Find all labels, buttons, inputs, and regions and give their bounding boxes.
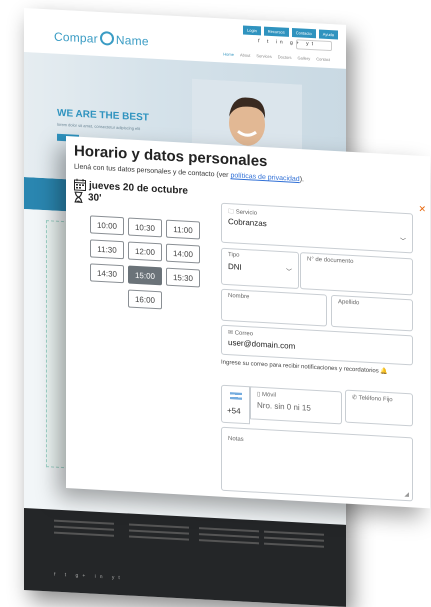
footer-column bbox=[54, 516, 114, 541]
notes-textarea[interactable]: Notas ◢ bbox=[221, 426, 413, 502]
briefcase-icon: 🗀 bbox=[228, 209, 235, 216]
footer-column bbox=[199, 523, 259, 548]
first-name-input[interactable]: Nombre bbox=[221, 288, 327, 327]
close-icon[interactable]: ✕ bbox=[418, 204, 426, 215]
time-slot-grid: 10:00 10:30 11:00 11:30 12:00 14:00 14:3… bbox=[90, 215, 200, 310]
site-search-input[interactable] bbox=[296, 39, 332, 52]
top-link[interactable]: Contacto bbox=[291, 28, 316, 39]
time-slot[interactable]: 12:00 bbox=[128, 241, 162, 262]
bell-icon: 🔔 bbox=[380, 368, 388, 375]
chevron-down-icon: ﹀ bbox=[285, 269, 292, 276]
chevron-down-icon: ﹀ bbox=[399, 238, 406, 246]
service-value: Cobranzas bbox=[228, 217, 267, 229]
service-select[interactable]: 🗀 Servicio Cobranzas ﹀ bbox=[221, 202, 413, 254]
privacy-policy-link[interactable]: políticas de privacidad bbox=[230, 172, 299, 183]
top-link[interactable]: Ayuda bbox=[318, 29, 338, 40]
phone-icon: ✆ bbox=[352, 394, 358, 402]
time-slot[interactable]: 14:00 bbox=[166, 243, 200, 264]
time-slot-selected[interactable]: 15:00 bbox=[128, 265, 162, 286]
footer-column bbox=[129, 520, 189, 545]
time-slot[interactable]: 10:00 bbox=[90, 215, 124, 236]
logo-text-left: Compar bbox=[54, 29, 98, 46]
country-code: +54 bbox=[227, 406, 241, 416]
site-nav: Home About Services Doctors Gallery Cont… bbox=[223, 51, 330, 62]
nav-item-contact[interactable]: Contact bbox=[316, 56, 330, 62]
calendar-icon bbox=[74, 178, 86, 192]
email-value: user@domain.com bbox=[228, 338, 296, 351]
envelope-icon: ✉ bbox=[228, 330, 234, 337]
last-name-label: Apellido bbox=[338, 299, 360, 307]
hero-subtitle: lorem dolor sit amet, consectetur adipis… bbox=[57, 121, 141, 132]
logo-text-right: Name bbox=[115, 32, 149, 49]
time-slot[interactable]: 16:00 bbox=[128, 289, 162, 310]
country-code-select[interactable]: +54 bbox=[221, 384, 250, 425]
first-name-label: Nombre bbox=[228, 293, 250, 301]
nav-item-home[interactable]: Home bbox=[223, 51, 234, 57]
hourglass-icon bbox=[74, 191, 83, 203]
nav-item-services[interactable]: Services bbox=[256, 53, 271, 59]
id-type-value: DNI bbox=[228, 262, 242, 272]
footer-social-icons[interactable]: f t g+ in yt bbox=[54, 572, 124, 582]
booking-form: Horario y datos personales Llená con tus… bbox=[66, 136, 430, 509]
time-slot[interactable]: 10:30 bbox=[128, 217, 162, 238]
subtitle-tail: ). bbox=[299, 176, 304, 184]
argentina-flag-icon bbox=[230, 392, 242, 400]
notes-label: Notas bbox=[228, 436, 244, 443]
site-footer: f t g+ in yt bbox=[24, 508, 346, 607]
appointment-duration: 30' bbox=[88, 192, 102, 204]
hero-title: WE ARE THE BEST bbox=[57, 107, 149, 124]
time-slot[interactable]: 11:30 bbox=[90, 239, 124, 260]
id-type-select[interactable]: Tipo DNI ﹀ bbox=[221, 247, 299, 290]
id-type-label: Tipo bbox=[228, 252, 240, 259]
mobile-phone-icon: ▯ bbox=[257, 391, 261, 398]
landline-label: ✆ Teléfono Fijo bbox=[352, 394, 393, 404]
mobile-label: ▯ Móvil bbox=[257, 391, 276, 399]
footer-column bbox=[264, 527, 324, 552]
site-logo[interactable]: Compar Name bbox=[54, 29, 149, 49]
appointment-summary: jueves 20 de octubre 30' bbox=[74, 178, 188, 208]
last-name-input[interactable]: Apellido bbox=[331, 294, 413, 332]
top-link[interactable]: Recursos bbox=[263, 26, 289, 37]
mobile-input[interactable]: ▯ Móvil Nro. sin 0 ni 15 bbox=[250, 386, 342, 425]
nav-item-doctors[interactable]: Doctors bbox=[278, 54, 292, 60]
nav-item-about[interactable]: About bbox=[240, 52, 250, 58]
mobile-placeholder: Nro. sin 0 ni 15 bbox=[257, 400, 311, 413]
landline-input[interactable]: ✆ Teléfono Fijo bbox=[345, 389, 413, 427]
resize-grip-icon[interactable]: ◢ bbox=[404, 491, 409, 498]
time-slot[interactable]: 15:30 bbox=[166, 267, 200, 288]
nav-item-gallery[interactable]: Gallery bbox=[298, 55, 311, 61]
stethoscope-icon bbox=[99, 30, 114, 46]
top-link[interactable]: Login bbox=[243, 25, 261, 36]
document-number-input[interactable]: N° de documento bbox=[300, 252, 413, 296]
email-label: ✉ Correo bbox=[228, 330, 254, 338]
doc-number-label: N° de documento bbox=[307, 256, 354, 266]
time-slot[interactable]: 11:00 bbox=[166, 219, 200, 240]
time-slot[interactable]: 14:30 bbox=[90, 263, 124, 284]
